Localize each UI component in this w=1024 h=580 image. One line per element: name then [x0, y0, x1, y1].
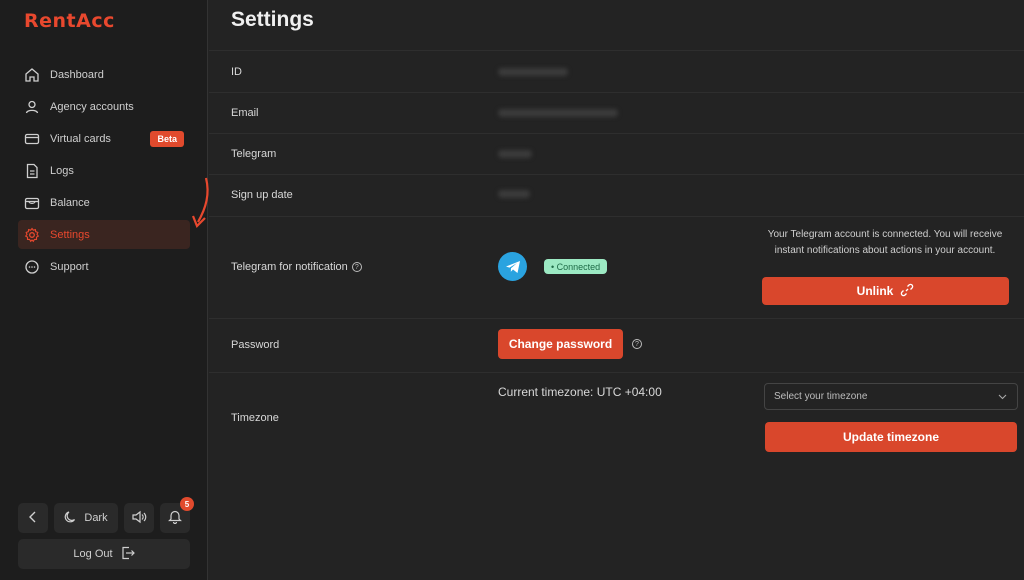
id-label: ID: [231, 66, 242, 78]
logout-button[interactable]: Log Out: [18, 539, 190, 569]
email-value-redacted: [498, 109, 618, 117]
email-label: Email: [231, 107, 259, 119]
gear-icon: [24, 227, 40, 243]
sidebar-item-label: Settings: [50, 228, 90, 241]
collapse-sidebar-button[interactable]: [18, 503, 48, 533]
telegram-info-text: Your Telegram account is connected. You …: [767, 229, 1003, 256]
chevron-left-icon: [28, 511, 38, 526]
timezone-select-placeholder: Select your timezone: [774, 391, 868, 402]
sidebar-item-label: Support: [50, 260, 89, 273]
sidebar-controls: Dark 5: [18, 497, 194, 533]
sidebar-nav: Dashboard Agency accounts Virtual cards …: [18, 60, 190, 284]
signup-row: Sign up date: [209, 174, 1024, 216]
wallet-icon: [24, 195, 40, 211]
telegram-icon: [498, 252, 527, 281]
speaker-icon: [131, 510, 147, 527]
moon-icon: [64, 510, 78, 527]
sidebar-item-agency-accounts[interactable]: Agency accounts: [18, 92, 190, 121]
sidebar-item-virtual-cards[interactable]: Virtual cards Beta: [18, 124, 190, 153]
beta-badge: Beta: [150, 131, 184, 147]
card-icon: [24, 131, 40, 147]
unlink-button[interactable]: Unlink: [762, 277, 1009, 305]
help-icon[interactable]: ?: [351, 262, 362, 273]
signup-label: Sign up date: [231, 189, 293, 201]
id-value-redacted: [498, 68, 568, 76]
page-title: Settings: [231, 8, 314, 31]
timezone-label: Timezone: [231, 412, 279, 424]
sidebar-item-dashboard[interactable]: Dashboard: [18, 60, 190, 89]
unlink-label: Unlink: [856, 284, 894, 298]
notification-count-badge: 5: [180, 497, 194, 511]
sidebar-item-label: Balance: [50, 196, 90, 209]
change-password-button[interactable]: Change password: [498, 329, 623, 359]
chat-icon: [24, 259, 40, 275]
tg-notify-label: Telegram for notification: [231, 261, 348, 273]
telegram-label: Telegram: [231, 148, 277, 160]
logout-label: Log Out: [73, 548, 113, 560]
connected-status-badge: • Connected: [544, 259, 608, 274]
sidebar-item-settings[interactable]: Settings: [18, 220, 190, 249]
home-icon: [24, 67, 40, 83]
sound-button[interactable]: [124, 503, 154, 533]
tg-notify-label-wrap: Telegram for notification?: [231, 261, 362, 273]
user-icon: [24, 99, 40, 115]
current-timezone-text: Current timezone: UTC +04:00: [498, 385, 662, 399]
sidebar-item-logs[interactable]: Logs: [18, 156, 190, 185]
rentacc-logo[interactable]: RentAcc: [24, 10, 115, 32]
id-row: ID: [209, 50, 1024, 92]
sidebar-item-support[interactable]: Support: [18, 252, 190, 281]
sidebar-item-label: Agency accounts: [50, 100, 134, 113]
notifications-button[interactable]: 5: [160, 497, 194, 533]
bell-icon: [168, 509, 182, 527]
sidebar-item-balance[interactable]: Balance: [18, 188, 190, 217]
chevron-down-icon: [998, 392, 1007, 403]
sidebar: RentAcc Dashboard Agency accounts Virtua…: [0, 0, 208, 580]
telegram-row: Telegram: [209, 133, 1024, 174]
theme-toggle-button[interactable]: Dark: [54, 503, 118, 533]
logout-icon: [121, 546, 135, 563]
password-label: Password: [231, 339, 280, 351]
link-icon: [900, 283, 914, 300]
signup-value-redacted: [498, 190, 530, 198]
sidebar-item-label: Virtual cards: [50, 132, 111, 145]
password-help-icon[interactable]: ?: [632, 339, 642, 349]
telegram-value-redacted: [498, 150, 532, 158]
sidebar-item-label: Logs: [50, 164, 74, 177]
theme-label: Dark: [84, 512, 108, 524]
document-icon: [24, 163, 40, 179]
timezone-select[interactable]: Select your timezone: [764, 383, 1018, 410]
update-timezone-button[interactable]: Update timezone: [765, 422, 1017, 452]
sidebar-item-label: Dashboard: [50, 68, 104, 81]
